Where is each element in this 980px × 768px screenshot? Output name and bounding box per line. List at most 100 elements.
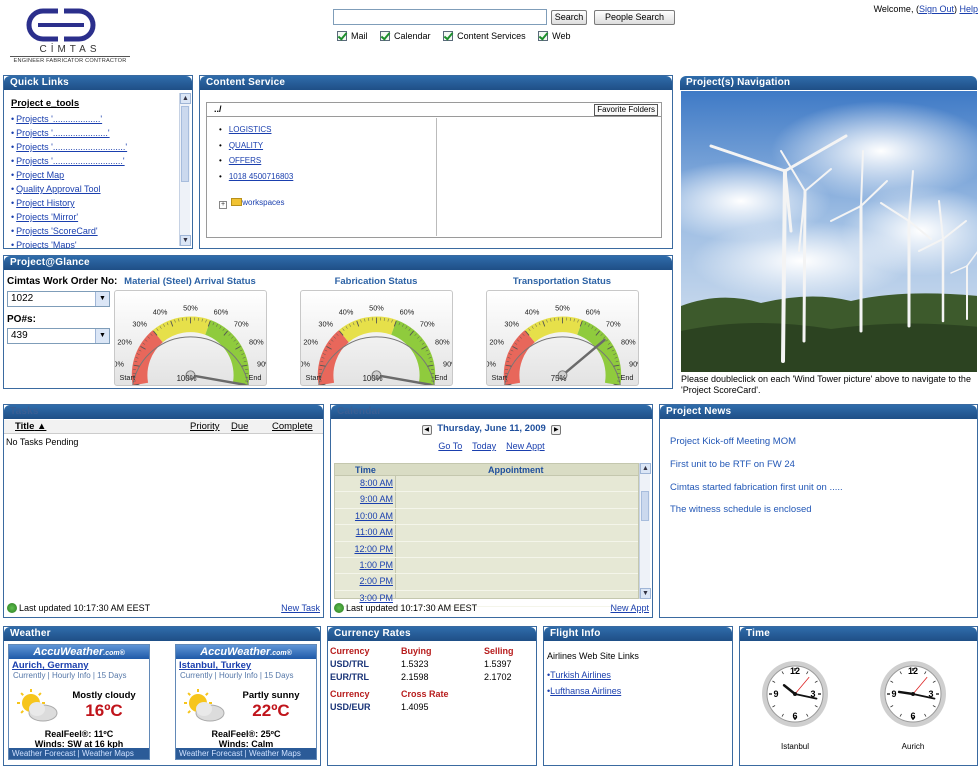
scroll-down-icon[interactable]: ▼	[180, 235, 191, 246]
new-appt-top-link[interactable]: New Appt	[506, 441, 545, 451]
weather-tabs[interactable]: Currently | Hourly Info | 15 Days	[176, 671, 316, 680]
weather-footer-links[interactable]: Weather Forecast | Weather Maps	[176, 748, 316, 759]
calendar-checkbox[interactable]: Calendar	[380, 31, 431, 41]
turkish-airlines-link[interactable]: Turkish Airlines	[550, 670, 611, 680]
time-slot-link[interactable]: 12:00 PM	[354, 544, 393, 554]
quick-link[interactable]: Projects '...................'	[16, 114, 102, 124]
folder-link[interactable]: OFFERS	[229, 156, 261, 165]
fabrication-gauge[interactable]: Start 10% 20%30% 40% 50% 60% 70%80% 90% End 100%	[300, 290, 453, 386]
quick-link-item[interactable]: • Projects '......................'	[11, 126, 179, 140]
material-arrival-gauge[interactable]: Start 10% 20%30% 40% 50% 60% 70%80% 90% End 100%	[114, 290, 267, 386]
quick-link[interactable]: Projects '.............................'	[16, 142, 127, 152]
quick-link[interactable]: Projects 'Mirror'	[16, 212, 78, 222]
quick-link-item[interactable]: • Projects '.............................…	[11, 140, 179, 154]
time-slot-row[interactable]: 1:00 PM	[335, 558, 638, 575]
quick-link-item[interactable]: • Projects '............................'	[11, 154, 179, 168]
time-slot-link[interactable]: 2:00 PM	[359, 576, 393, 586]
title-column-header[interactable]: Title ▲	[15, 421, 46, 432]
quick-link-item[interactable]: • Projects '...................'	[11, 112, 179, 126]
search-input[interactable]	[333, 9, 547, 25]
news-item[interactable]: Project Kick-off Meeting MOM	[670, 436, 796, 447]
time-slot-link[interactable]: 10:00 AM	[355, 511, 393, 521]
news-item[interactable]: First unit to be RTF on FW 24	[670, 459, 795, 470]
workspaces-node[interactable]: + workspaces	[219, 198, 284, 209]
quick-link-item[interactable]: • Project History	[11, 196, 179, 210]
scroll-up-icon[interactable]: ▲	[180, 93, 191, 104]
calendar-scrollbar[interactable]: ▲ ▼	[639, 463, 651, 599]
time-slot-link[interactable]: 3:00 PM	[359, 593, 393, 603]
weather-city-link[interactable]: Aurich, Germany	[9, 660, 149, 671]
time-slot-row[interactable]: 2:00 PM	[335, 574, 638, 591]
folder-item[interactable]: • LOGISTICS	[219, 125, 272, 134]
transportation-gauge[interactable]: Start 10% 20%30% 40% 50% 60% 70%80% 90% End 75%	[486, 290, 639, 386]
today-link[interactable]: Today	[472, 441, 496, 451]
quick-link[interactable]: Projects '............................'	[16, 156, 124, 166]
new-appt-link[interactable]: New Appt	[610, 603, 649, 613]
go-to-link[interactable]: Go To	[438, 441, 462, 451]
quick-link[interactable]: Project Map	[16, 170, 64, 180]
new-task-link[interactable]: New Task	[281, 603, 320, 613]
quick-link-item[interactable]: • Projects 'Mirror'	[11, 210, 179, 224]
quick-link-item[interactable]: • Projects 'Maps'	[11, 238, 179, 248]
time-slot-row[interactable]: 8:00 AM	[335, 476, 638, 493]
quick-link-item[interactable]: • Projects 'ScoreCard'	[11, 224, 179, 238]
chevron-down-icon[interactable]: ▼	[95, 329, 109, 343]
quick-link[interactable]: Projects '......................'	[16, 128, 109, 138]
time-slot-link[interactable]: 11:00 AM	[356, 527, 393, 537]
time-slot-link[interactable]: 9:00 AM	[360, 494, 393, 504]
help-link[interactable]: Help	[959, 4, 978, 14]
people-search-button[interactable]: People Search	[594, 10, 675, 25]
previous-day-icon[interactable]: ◀	[421, 425, 432, 435]
folder-link[interactable]: LOGISTICS	[229, 125, 272, 134]
scroll-down-icon[interactable]: ▼	[640, 588, 651, 599]
quick-link[interactable]: Projects 'Maps'	[16, 240, 76, 248]
time-slot-row[interactable]: 11:00 AM	[335, 525, 638, 542]
folder-item[interactable]: • OFFERS	[219, 156, 261, 165]
content-services-checkbox[interactable]: Content Services	[443, 31, 526, 41]
news-item[interactable]: The witness schedule is enclosed	[670, 504, 812, 515]
folder-link[interactable]: QUALITY	[229, 141, 263, 150]
favorite-folders-button[interactable]: Favorite Folders	[594, 104, 658, 116]
time-slot-row[interactable]: 9:00 AM	[335, 492, 638, 509]
weather-city-link[interactable]: Istanbul, Turkey	[176, 660, 316, 671]
weather-tabs[interactable]: Currently | Hourly Info | 15 Days	[9, 671, 149, 680]
work-order-select[interactable]: 1022 ▼	[7, 291, 110, 307]
time-slot-link[interactable]: 8:00 AM	[360, 478, 393, 488]
refresh-icon[interactable]	[334, 603, 344, 613]
lufthansa-airlines-link[interactable]: Lufthansa Airlines	[550, 686, 621, 696]
priority-column-header[interactable]: Priority	[190, 421, 220, 432]
time-slot-link[interactable]: 1:00 PM	[359, 560, 393, 570]
sign-out-link[interactable]: Sign Out	[919, 4, 954, 14]
time-slot-row[interactable]: 10:00 AM	[335, 509, 638, 526]
due-column-header[interactable]: Due	[231, 421, 248, 432]
search-button[interactable]: Search	[551, 10, 587, 25]
quick-link[interactable]: Project History	[16, 198, 75, 208]
weather-footer-links[interactable]: Weather Forecast | Weather Maps	[9, 748, 149, 759]
quick-link-item[interactable]: • Quality Approval Tool	[11, 182, 179, 196]
expand-plus-icon[interactable]: +	[219, 201, 227, 209]
complete-column-header[interactable]: Complete	[272, 421, 313, 432]
wind-tower-photo[interactable]	[681, 91, 978, 372]
news-item[interactable]: Cimtas started fabrication first unit on…	[670, 482, 843, 493]
quick-link-item[interactable]: • Project Map	[11, 168, 179, 182]
scroll-thumb[interactable]	[641, 491, 649, 521]
quick-link[interactable]: Projects 'ScoreCard'	[16, 226, 97, 236]
time-slot-row[interactable]: 12:00 PM	[335, 542, 638, 558]
quick-links-scrollbar[interactable]: ▲ ▼	[179, 93, 191, 246]
quick-link[interactable]: Quality Approval Tool	[16, 184, 100, 194]
airline-link-item[interactable]: •Turkish Airlines	[547, 670, 611, 680]
folder-link[interactable]: 1018 4500716803	[229, 172, 294, 181]
mail-checkbox[interactable]: Mail	[337, 31, 368, 41]
folder-item[interactable]: • QUALITY	[219, 141, 263, 150]
folder-item[interactable]: • 1018 4500716803	[219, 172, 293, 181]
accuweather-logo[interactable]: AccuWeather.com®	[176, 645, 316, 659]
web-checkbox[interactable]: Web	[538, 31, 570, 41]
scroll-up-icon[interactable]: ▲	[640, 463, 651, 474]
chevron-down-icon[interactable]: ▼	[95, 292, 109, 306]
accuweather-logo[interactable]: AccuWeather.com®	[9, 645, 149, 659]
po-select[interactable]: 439 ▼	[7, 328, 110, 344]
airline-link-item[interactable]: •Lufthansa Airlines	[547, 686, 621, 696]
cimtas-logo[interactable]: CİMTAS ENGINEER FABRICATOR CONTRACTOR	[8, 6, 132, 64]
refresh-icon[interactable]	[7, 603, 17, 613]
scroll-thumb[interactable]	[181, 106, 189, 182]
